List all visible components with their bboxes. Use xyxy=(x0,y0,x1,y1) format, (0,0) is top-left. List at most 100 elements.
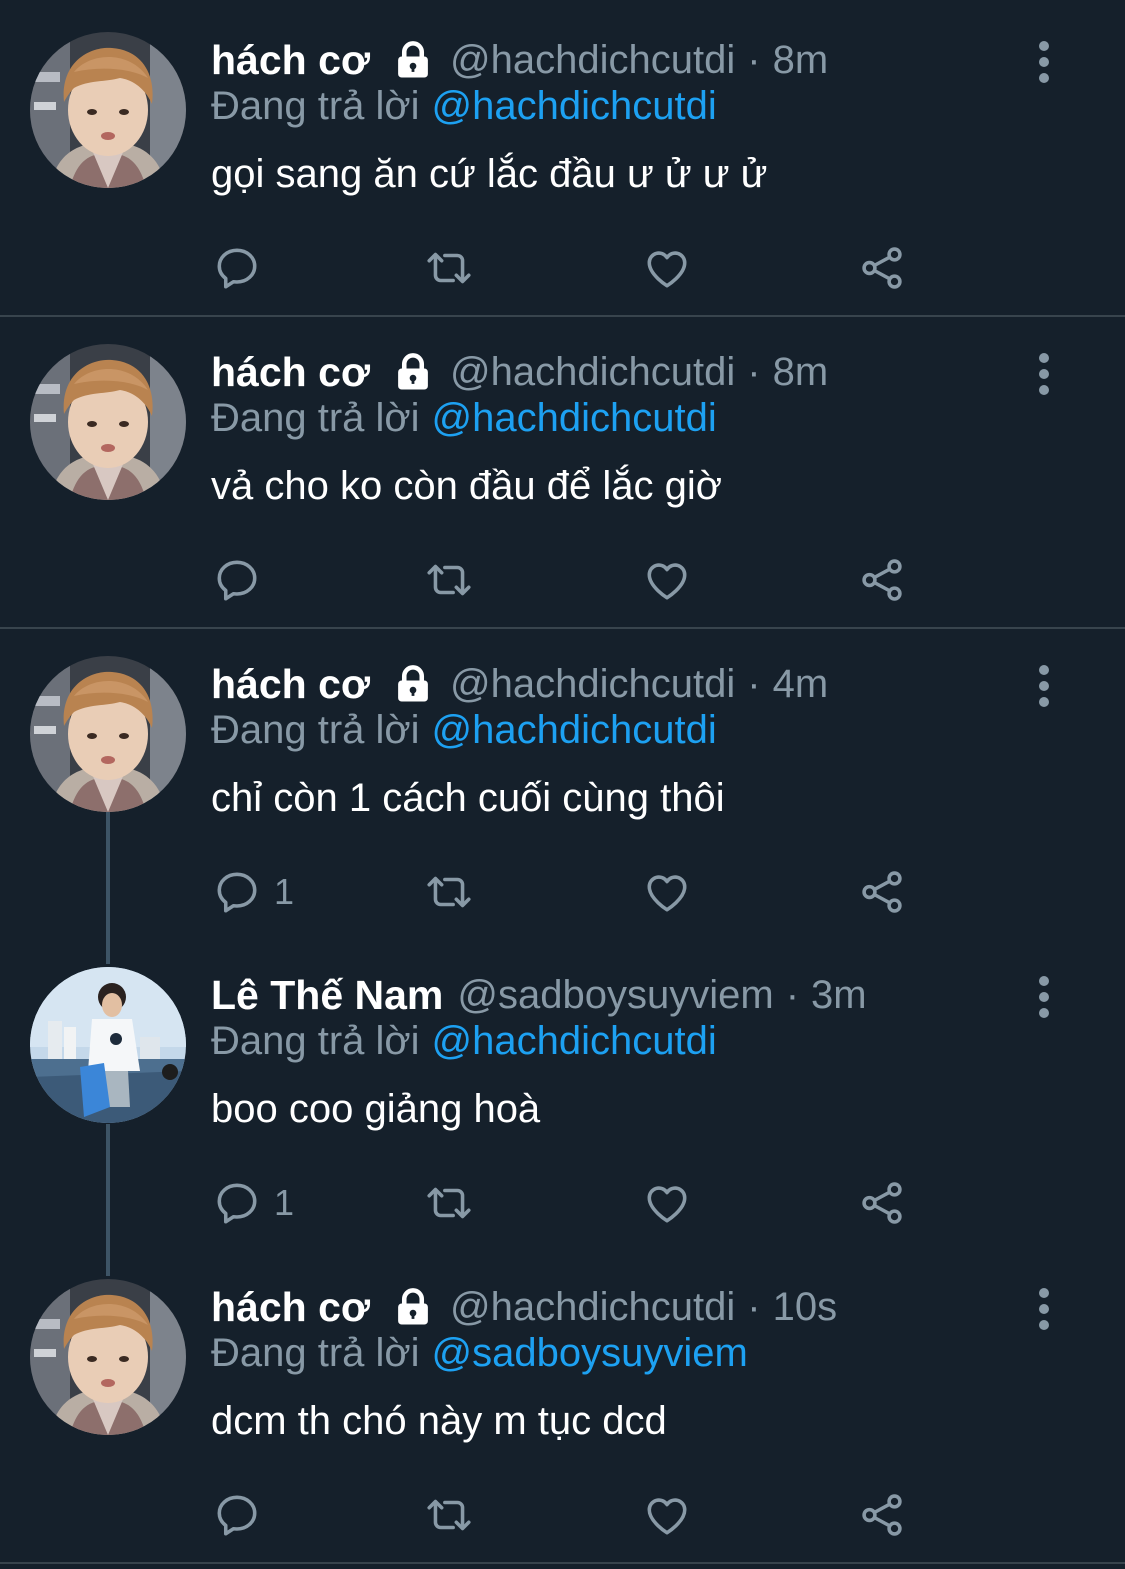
more-vertical-icon[interactable] xyxy=(1030,975,1058,1019)
avatar[interactable] xyxy=(30,344,186,500)
action-bar xyxy=(212,554,932,606)
share-button[interactable] xyxy=(857,1489,907,1541)
display-name[interactable]: hách cơ xyxy=(211,1284,370,1331)
retweet-icon xyxy=(424,1490,474,1540)
replying-to: Đang trả lời @hachdichcutdi xyxy=(211,708,717,753)
display-name[interactable]: Lê Thế Nam xyxy=(211,972,443,1019)
replying-to: Đang trả lời @sadboysuyviem xyxy=(211,1331,748,1376)
share-icon xyxy=(857,555,907,605)
heart-icon xyxy=(642,243,692,293)
share-button[interactable] xyxy=(857,554,907,606)
reply-button[interactable] xyxy=(212,1489,274,1541)
replying-to-label: Đang trả lời xyxy=(211,396,420,440)
divider xyxy=(0,627,1125,629)
display-name[interactable]: hách cơ xyxy=(211,37,370,84)
reply-button[interactable] xyxy=(212,242,274,294)
avatar[interactable] xyxy=(30,967,186,1123)
reply-icon xyxy=(212,555,262,605)
retweet-button[interactable] xyxy=(424,1489,474,1541)
avatar[interactable] xyxy=(30,656,186,812)
tweet-text: chỉ còn 1 cách cuối cùng thôi xyxy=(211,776,725,820)
like-button[interactable] xyxy=(642,1489,692,1541)
share-button[interactable] xyxy=(857,1177,907,1229)
heart-icon xyxy=(642,1178,692,1228)
mention-link[interactable]: @hachdichcutdi xyxy=(432,84,717,128)
mention-link[interactable]: @hachdichcutdi xyxy=(432,396,717,440)
avatar[interactable] xyxy=(30,1279,186,1435)
username[interactable]: @hachdichcutdi xyxy=(450,38,735,83)
timestamp[interactable]: 8m xyxy=(773,350,829,395)
share-button[interactable] xyxy=(857,866,907,918)
username[interactable]: @sadboysuyviem xyxy=(457,973,773,1018)
lock-icon xyxy=(392,663,434,705)
mention-link[interactable]: @hachdichcutdi xyxy=(432,1019,717,1063)
tweet[interactable]: hách cơ @hachdichcutdi · 8m Đang trả lời… xyxy=(0,344,1125,594)
replying-to: Đang trả lời @hachdichcutdi xyxy=(211,396,717,441)
display-name[interactable]: hách cơ xyxy=(211,661,370,708)
timestamp[interactable]: 10s xyxy=(773,1285,838,1330)
username[interactable]: @hachdichcutdi xyxy=(450,350,735,395)
tweet-text: vả cho ko còn đầu để lắc giờ xyxy=(211,464,722,508)
more-vertical-icon[interactable] xyxy=(1030,40,1058,84)
reply-icon xyxy=(212,867,262,917)
more-vertical-icon[interactable] xyxy=(1030,1287,1058,1331)
more-vertical-icon[interactable] xyxy=(1030,352,1058,396)
share-icon xyxy=(857,1490,907,1540)
retweet-button[interactable] xyxy=(424,554,474,606)
separator: · xyxy=(747,661,761,706)
tweet[interactable]: hách cơ @hachdichcutdi · 4m Đang trả lời… xyxy=(0,656,1125,912)
heart-icon xyxy=(642,1490,692,1540)
more-vertical-icon[interactable] xyxy=(1030,664,1058,708)
tweet[interactable]: hách cơ @hachdichcutdi · 10s Đang trả lờ… xyxy=(0,1279,1125,1539)
avatar[interactable] xyxy=(30,32,186,188)
tweet-header: hách cơ @hachdichcutdi · 4m xyxy=(211,656,828,712)
tweet-text: gọi sang ăn cứ lắc đầu ư ử ư ử xyxy=(211,152,768,196)
mention-link[interactable]: @hachdichcutdi xyxy=(432,708,717,752)
retweet-icon xyxy=(424,1178,474,1228)
action-bar: 1 xyxy=(212,1177,932,1229)
retweet-icon xyxy=(424,867,474,917)
separator: · xyxy=(785,972,800,1017)
lock-icon xyxy=(392,1286,434,1328)
retweet-button[interactable] xyxy=(424,1177,474,1229)
reply-button[interactable]: 1 xyxy=(212,866,294,918)
share-icon xyxy=(857,867,907,917)
timestamp[interactable]: 3m xyxy=(811,973,867,1018)
timestamp[interactable]: 8m xyxy=(773,38,829,83)
divider xyxy=(0,1562,1125,1564)
retweet-icon xyxy=(424,243,474,293)
heart-icon xyxy=(642,867,692,917)
like-button[interactable] xyxy=(642,242,692,294)
like-button[interactable] xyxy=(642,1177,692,1229)
share-icon xyxy=(857,243,907,293)
divider xyxy=(0,315,1125,317)
retweet-button[interactable] xyxy=(424,242,474,294)
username[interactable]: @hachdichcutdi xyxy=(450,662,735,707)
retweet-icon xyxy=(424,555,474,605)
username[interactable]: @hachdichcutdi xyxy=(450,1285,735,1330)
reply-button[interactable] xyxy=(212,554,274,606)
replying-to-label: Đang trả lời xyxy=(211,84,420,128)
share-button[interactable] xyxy=(857,242,907,294)
replying-to-label: Đang trả lời xyxy=(211,708,420,752)
like-button[interactable] xyxy=(642,866,692,918)
reply-icon xyxy=(212,1490,262,1540)
like-button[interactable] xyxy=(642,554,692,606)
reply-button[interactable]: 1 xyxy=(212,1177,294,1229)
display-name[interactable]: hách cơ xyxy=(211,349,370,396)
replying-to-label: Đang trả lời xyxy=(211,1331,420,1375)
reply-icon xyxy=(212,1178,262,1228)
separator: · xyxy=(747,349,761,394)
action-bar: 1 xyxy=(212,866,932,918)
retweet-button[interactable] xyxy=(424,866,474,918)
lock-icon xyxy=(392,351,434,393)
mention-link[interactable]: @sadboysuyviem xyxy=(432,1331,748,1375)
tweet[interactable]: Lê Thế Nam @sadboysuyviem · 3m Đang trả … xyxy=(0,967,1125,1223)
timestamp[interactable]: 4m xyxy=(773,662,829,707)
tweet[interactable]: hách cơ @hachdichcutdi · 8m Đang trả lời… xyxy=(0,32,1125,282)
heart-icon xyxy=(642,555,692,605)
replying-to-label: Đang trả lời xyxy=(211,1019,420,1063)
tweet-header: hách cơ @hachdichcutdi · 8m xyxy=(211,32,828,88)
tweet-header: hách cơ @hachdichcutdi · 8m xyxy=(211,344,828,400)
tweet-header: hách cơ @hachdichcutdi · 10s xyxy=(211,1279,837,1335)
